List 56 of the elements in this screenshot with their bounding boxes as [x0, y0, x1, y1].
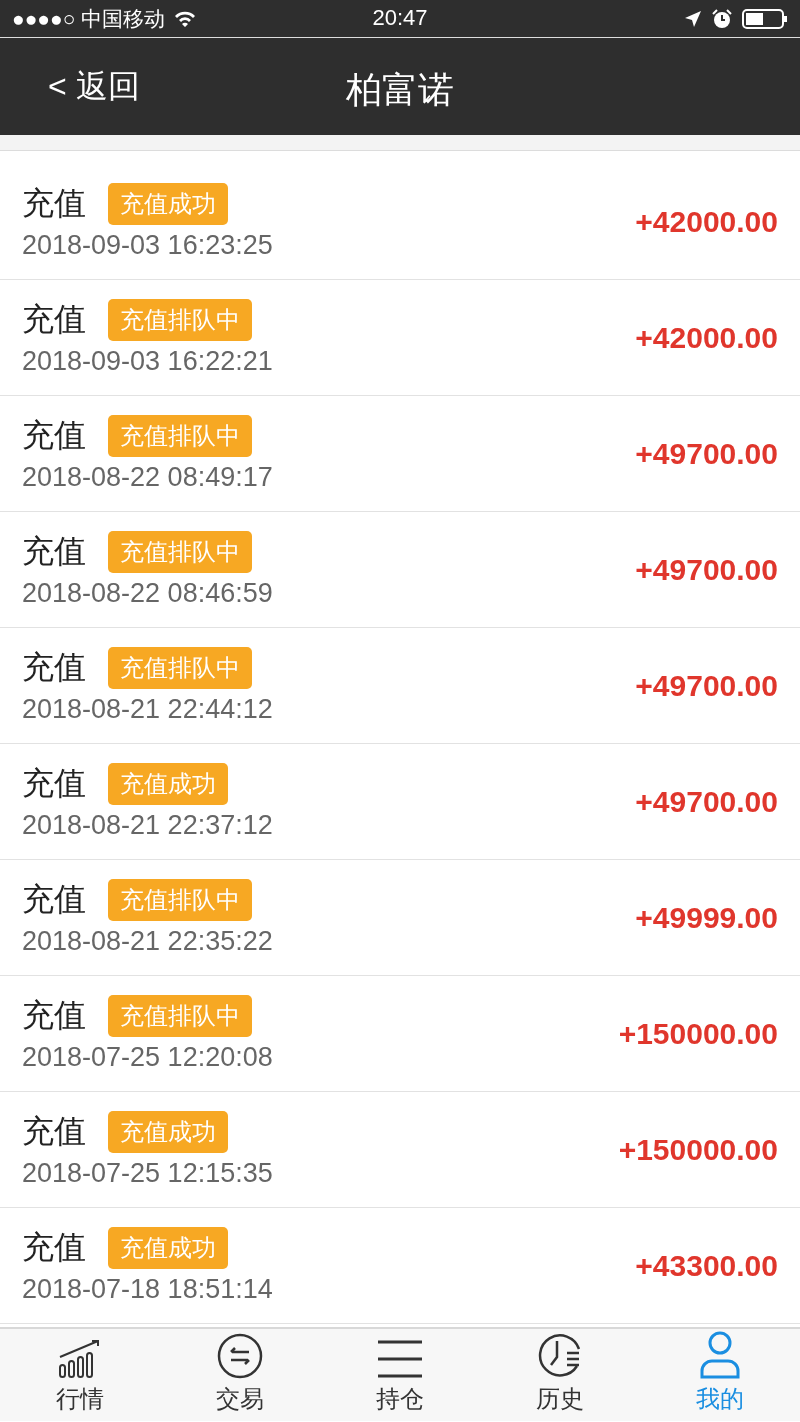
record-time: 2018-08-22 08:49:17: [22, 462, 274, 493]
amount-text: +150000.00: [618, 1132, 778, 1167]
status-badge: 充值成功: [108, 1111, 228, 1153]
record-time: 2018-08-21 22:35:22: [22, 926, 274, 957]
record-time: 2018-08-21 22:44:12: [22, 694, 274, 725]
amount-text: +49700.00: [635, 552, 778, 587]
tab-item[interactable]: 交易: [160, 1329, 320, 1421]
amount-text: +42000.00: [635, 204, 778, 239]
status-badge: 充值排队中: [108, 995, 252, 1037]
record-type: 充值: [22, 880, 86, 919]
status-badge: 充值排队中: [108, 879, 252, 921]
record-type: 充值: [22, 1228, 86, 1267]
status-badge: 充值成功: [108, 763, 228, 805]
record-type: 充值: [22, 1112, 86, 1151]
amount-text: +43300.00: [635, 1248, 778, 1283]
record-type: 充值: [22, 648, 86, 687]
clock-time: 20:47: [372, 5, 428, 30]
clock-icon: [537, 1333, 583, 1379]
tab-item[interactable]: 历史: [480, 1329, 640, 1421]
lines-icon: [376, 1339, 424, 1379]
page-title: 柏富诺: [346, 69, 454, 110]
record-time: 2018-07-25 12:15:35: [22, 1158, 274, 1189]
status-badge: 充值排队中: [108, 415, 252, 457]
record-type: 充值: [22, 300, 86, 339]
tab-item[interactable]: 行情: [0, 1329, 160, 1421]
exchange-icon: [217, 1333, 263, 1379]
record-time: 2018-09-03 16:23:25: [22, 230, 274, 261]
record-time: 2018-07-18 18:51:14: [22, 1274, 274, 1305]
back-button[interactable]: < 返回: [48, 64, 140, 109]
wifi-icon: [173, 9, 198, 28]
status-badge: 充值成功: [108, 183, 228, 225]
status-badge: 充值排队中: [108, 531, 252, 573]
tab-item[interactable]: 持仓: [320, 1329, 480, 1421]
amount-text: +150000.00: [618, 1016, 778, 1051]
amount-text: +42000.00: [635, 320, 778, 355]
record-time: 2018-08-22 08:46:59: [22, 578, 274, 609]
alarm-icon: [712, 8, 732, 29]
battery-icon: [742, 7, 788, 30]
person-icon: [700, 1331, 740, 1379]
record-type: 充值: [22, 416, 86, 455]
status-badge: 充值排队中: [108, 299, 252, 341]
record-type: 充值: [22, 996, 86, 1035]
status-badge: 充值成功: [108, 1227, 228, 1269]
carrier-text: ●●●●○ 中国移动: [12, 5, 166, 32]
status-badge: 充值排队中: [108, 647, 252, 689]
amount-text: +49700.00: [635, 784, 778, 819]
amount-text: +49999.00: [635, 900, 778, 935]
amount-text: +49700.00: [635, 668, 778, 703]
record-type: 充值: [22, 532, 86, 571]
record-type: 充值: [22, 764, 86, 803]
location-icon: [684, 9, 702, 28]
record-type: 充值: [22, 184, 86, 223]
amount-text: +49700.00: [635, 436, 778, 471]
record-time: 2018-09-03 16:22:21: [22, 346, 274, 377]
record-time: 2018-07-25 12:20:08: [22, 1042, 274, 1073]
record-time: 2018-08-21 22:37:12: [22, 810, 274, 841]
